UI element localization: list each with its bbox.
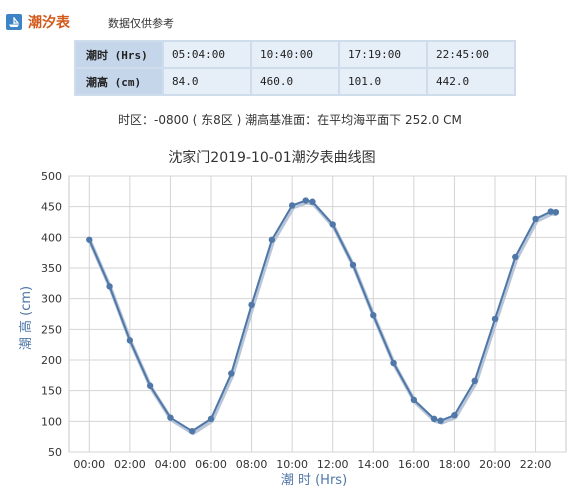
y-tick-label: 450 [41,201,62,214]
y-tick-label: 150 [41,385,62,398]
tide-time-cell: 05:04:00 [164,42,250,67]
data-point [268,236,276,243]
x-tick-label: 04:00 [155,458,187,471]
data-point [329,221,336,228]
boat-icon [6,14,22,30]
data-point [288,202,296,209]
data-point [430,415,438,423]
x-tick-label: 06:00 [195,458,227,471]
data-point [309,198,316,205]
tide-height-cell: 460.0 [252,69,338,94]
x-tick-label: 18:00 [439,458,471,471]
page-title: 潮汐表 [28,15,70,31]
data-point [207,415,215,423]
series-line [88,199,557,433]
y-tick-label: 250 [41,323,62,336]
y-axis-label: 潮 高 (cm) [18,286,34,350]
data-point [349,261,357,269]
data-point [390,359,397,367]
x-tick-label: 22:00 [520,458,552,471]
x-axis-label: 潮 时 (Hrs) [281,473,347,488]
y-tick-label: 500 [41,170,62,183]
data-point [167,414,174,421]
y-tick-label: 200 [41,354,62,367]
data-point [146,382,154,389]
row-header-time: 潮时 (Hrs) [76,42,162,67]
tide-time-cell: 22:45:00 [428,42,514,67]
data-point [370,312,377,319]
tide-time-cell: 17:19:00 [340,42,426,67]
tide-table: 潮时 (Hrs) 05:04:00 10:40:00 17:19:00 22:4… [74,40,516,96]
y-tick-label: 300 [41,293,62,306]
tide-time-cell: 10:40:00 [252,42,338,67]
x-tick-label: 16:00 [398,458,430,471]
row-header-height: 潮高 (cm) [76,69,162,94]
data-point [410,396,418,404]
data-point [552,208,560,216]
disclaimer-note: 数据仅供参考 [108,17,174,30]
y-tick-label: 350 [41,262,62,275]
tide-height-cell: 101.0 [340,69,426,94]
x-tick-label: 02:00 [114,458,146,471]
timezone-datum-line: 时区：-0800 ( 东8区 ) 潮高基准面：在平均海平面下 252.0 CM [118,113,462,127]
data-point [437,417,444,424]
data-point [451,412,458,419]
data-point [471,377,478,385]
y-tick-label: 100 [41,415,62,428]
series-layer [86,197,560,436]
y-tick-label: 50 [48,446,62,459]
y-tick-label: 400 [41,231,62,244]
data-point [106,283,113,290]
grid-layer [68,175,567,453]
table-row: 潮时 (Hrs) 05:04:00 10:40:00 17:19:00 22:4… [76,42,514,67]
x-tick-label: 08:00 [236,458,268,471]
table-row: 潮高 (cm) 84.0 460.0 101.0 442.0 [76,69,514,94]
x-tick-label: 10:00 [276,458,308,471]
data-point [188,427,196,435]
x-tick-label: 20:00 [479,458,511,471]
data-point [512,253,519,261]
data-point [126,337,134,344]
chart-title: 沈家门2019-10-01潮汐表曲线图 [168,149,375,166]
tide-height-cell: 442.0 [428,69,514,94]
data-point [248,301,255,308]
x-tick-label: 00:00 [73,458,105,471]
x-tick-label: 12:00 [317,458,349,471]
plot-frame [68,175,567,453]
data-point [532,215,539,223]
x-tick-label: 14:00 [357,458,389,471]
data-point [86,236,93,243]
data-point [228,370,235,377]
page-header: 潮汐表 数据仅供参考 [0,0,578,36]
tide-height-cell: 84.0 [164,69,250,94]
axis-layer: 50 100 150 200 250 300 350 400 450 500 00:00 02:00 0… [41,170,551,471]
tide-chart: 沈家门2019-10-01潮汐表曲线图 50 100 150 200 250 300 350… [18,149,567,488]
data-point [302,197,309,204]
data-point [491,315,499,323]
